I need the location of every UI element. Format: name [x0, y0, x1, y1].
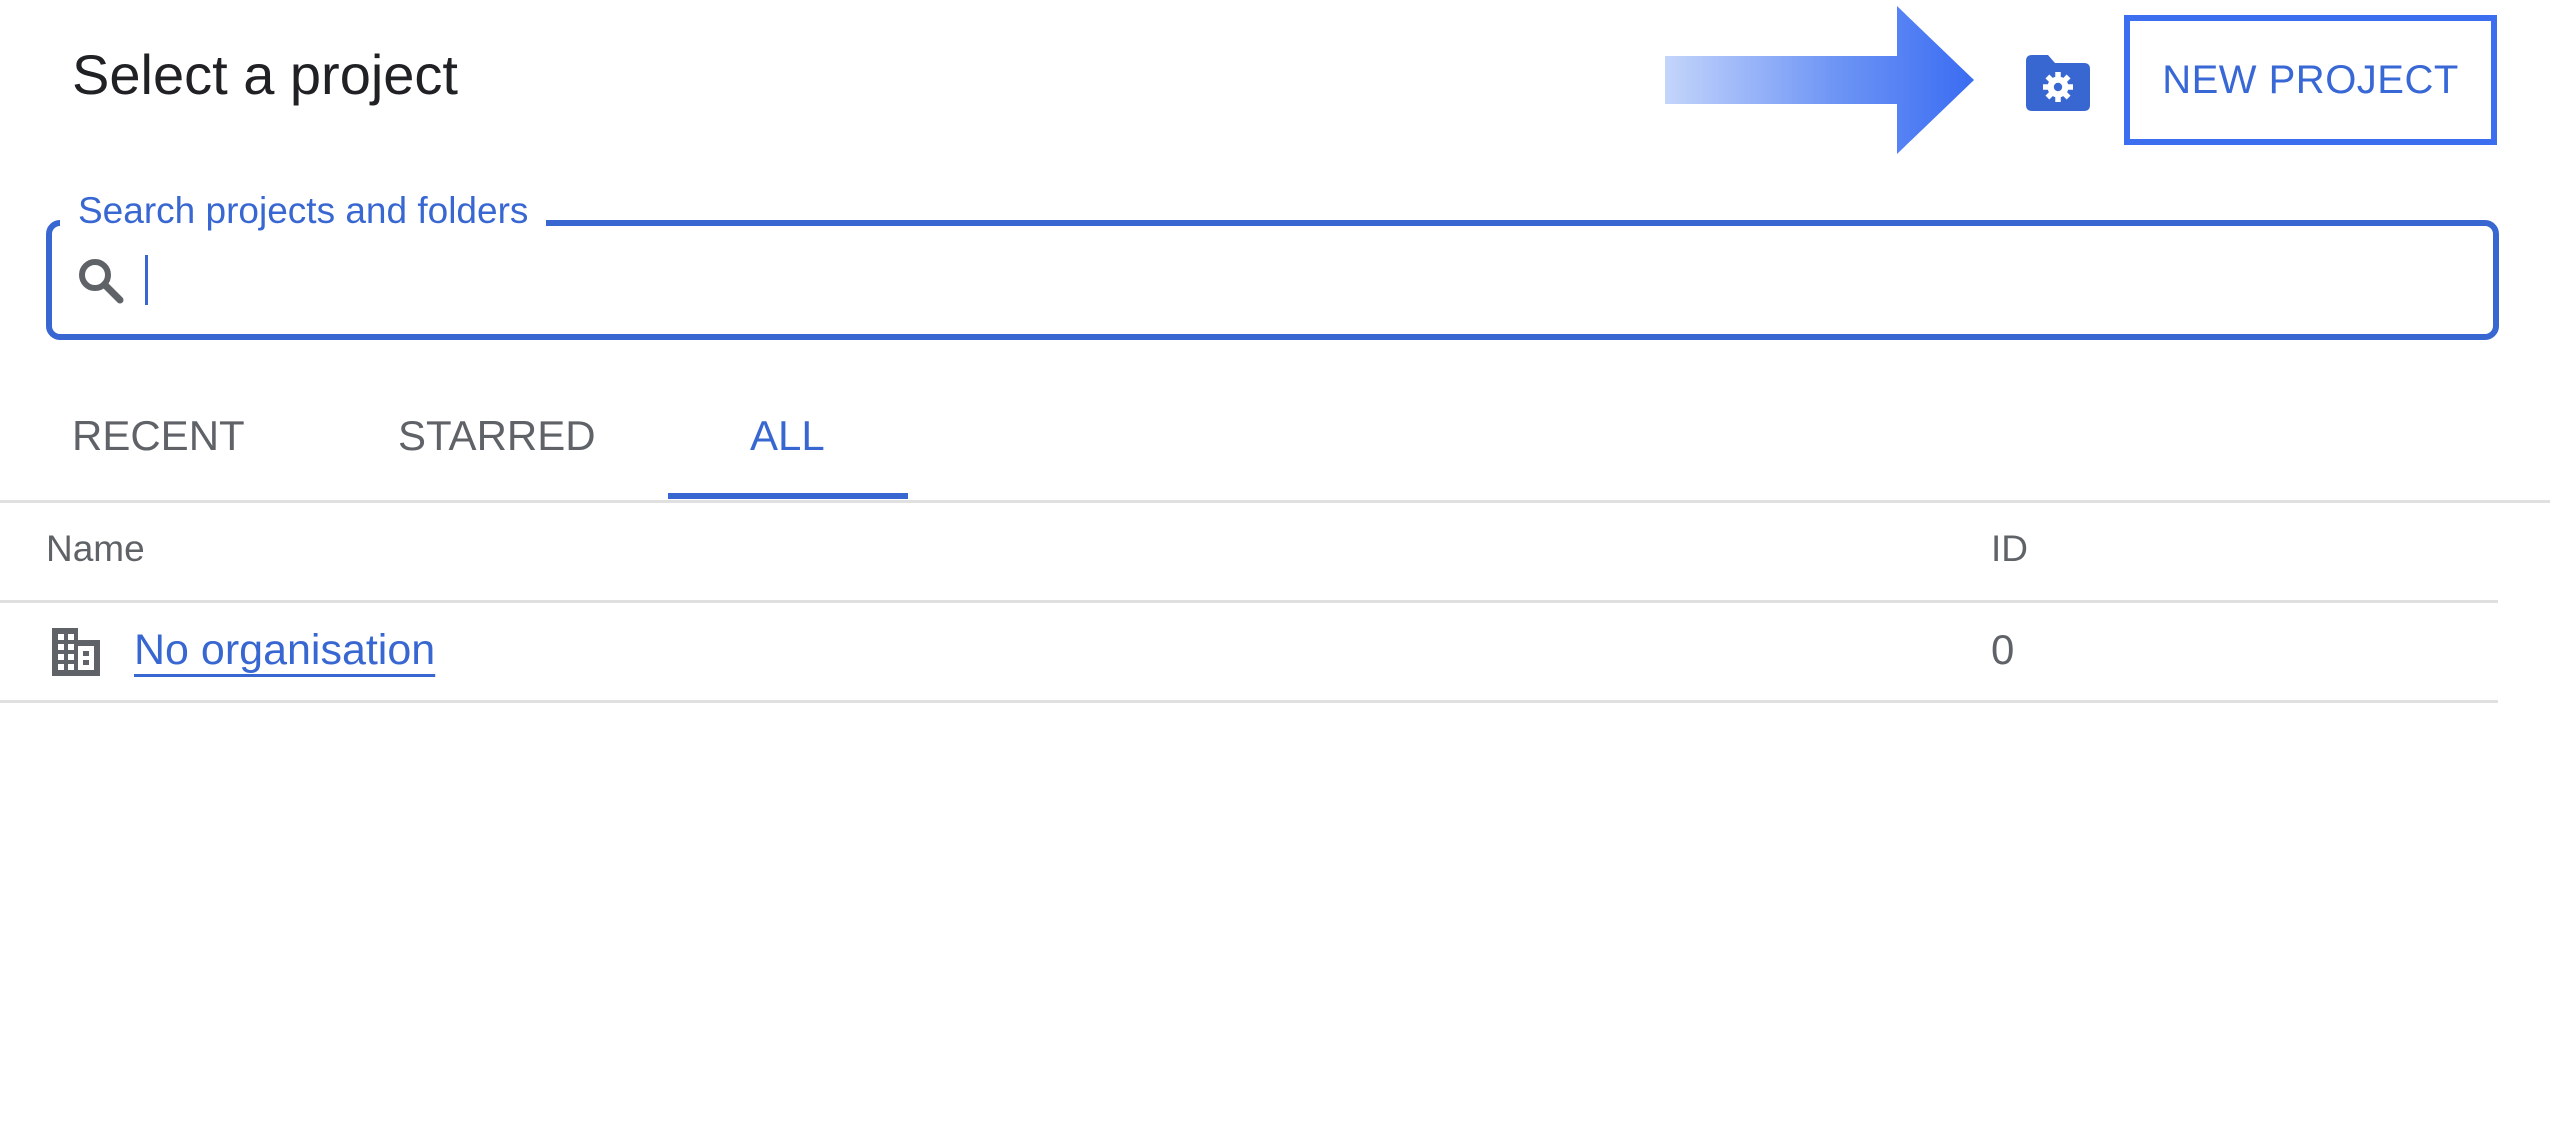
row-divider: [0, 700, 2498, 703]
column-header-name: Name: [46, 528, 145, 569]
dialog-title: Select a project: [72, 43, 458, 106]
header-divider: [0, 600, 2498, 603]
organisation-link[interactable]: No organisation: [134, 626, 435, 675]
column-header-id: ID: [1991, 528, 2028, 569]
manage-resources-button[interactable]: [2018, 50, 2096, 116]
active-tab-indicator: [668, 493, 908, 499]
folder-settings-icon: [2026, 55, 2090, 111]
tab-all[interactable]: ALL: [750, 412, 825, 460]
annotation-arrow: [1665, 6, 1974, 154]
tab-recent[interactable]: RECENT: [72, 412, 245, 460]
tab-starred[interactable]: STARRED: [398, 412, 596, 460]
organisation-id: 0: [1991, 626, 2015, 673]
search-icon: [79, 259, 124, 304]
text-caret: [145, 255, 148, 305]
search-input[interactable]: [146, 246, 2446, 316]
new-project-button[interactable]: NEW PROJECT: [2124, 15, 2497, 145]
building-icon: [52, 628, 100, 676]
search-label: Search projects and folders: [60, 190, 547, 232]
tabs-divider: [0, 500, 2550, 503]
